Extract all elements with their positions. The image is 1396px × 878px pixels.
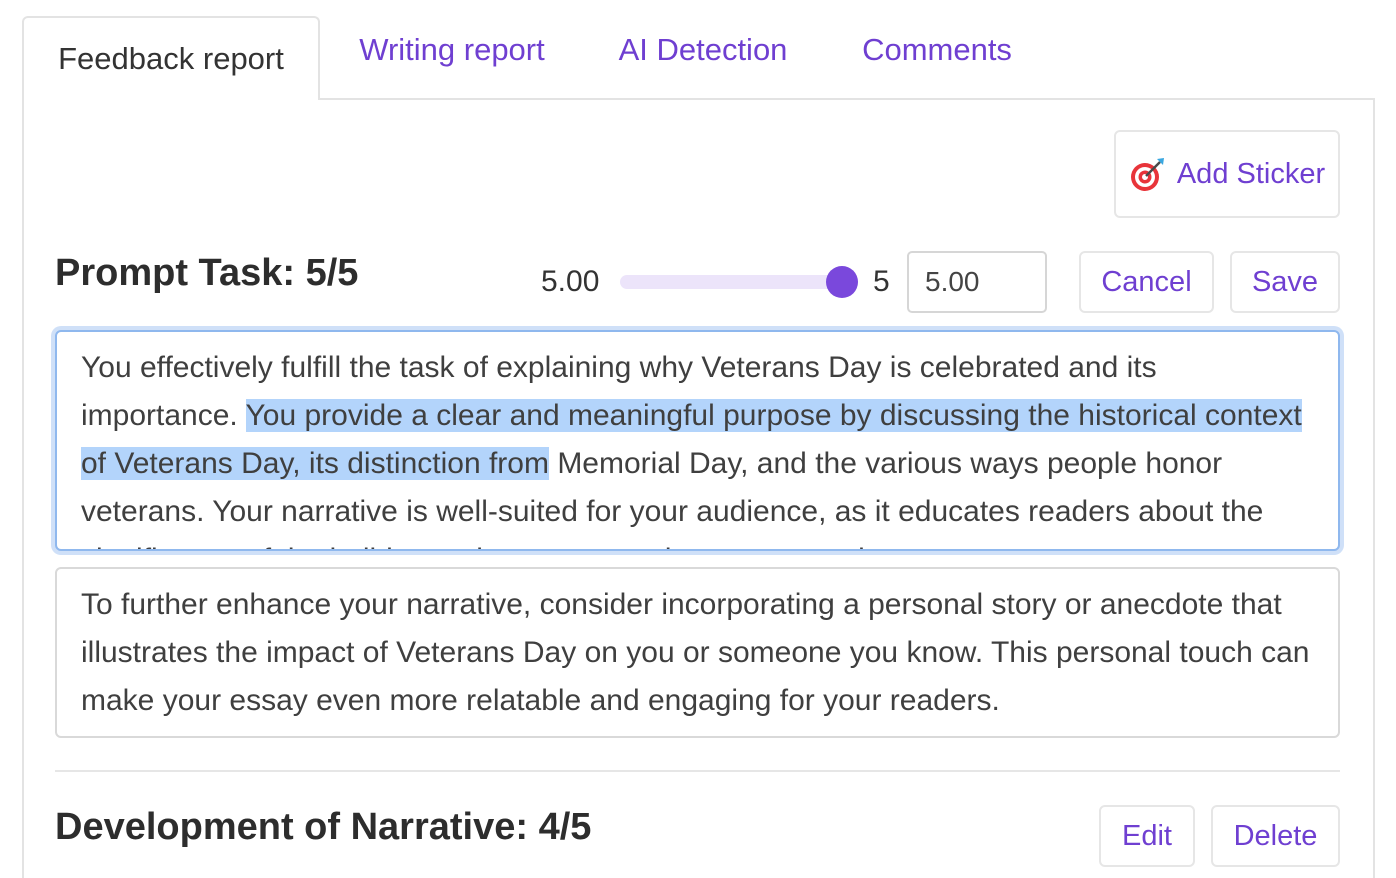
feedback-text-editor[interactable]: You effectively fulfill the task of expl… (55, 330, 1340, 551)
target-dart-icon (1129, 155, 1167, 193)
suggestion-text-box[interactable]: To further enhance your narrative, consi… (55, 567, 1340, 738)
score-value-display: 5.00 (541, 265, 600, 298)
tab-ai-detection[interactable]: AI Detection (600, 0, 806, 100)
slider-track[interactable] (620, 275, 858, 289)
prompt-task-title: Prompt Task: 5/5 (55, 252, 359, 294)
section-divider (55, 770, 1340, 772)
delete-button[interactable]: Delete (1211, 805, 1340, 867)
score-input[interactable] (907, 251, 1047, 313)
edit-button[interactable]: Edit (1099, 805, 1195, 867)
cancel-button[interactable]: Cancel (1079, 251, 1214, 313)
score-slider[interactable] (620, 266, 858, 298)
tab-writing-report[interactable]: Writing report (340, 0, 564, 100)
slider-thumb[interactable] (826, 266, 858, 298)
development-of-narrative-title: Development of Narrative: 4/5 (55, 806, 592, 848)
tab-feedback-report[interactable]: Feedback report (22, 16, 320, 100)
add-sticker-button[interactable]: Add Sticker (1114, 130, 1340, 218)
add-sticker-label: Add Sticker (1176, 157, 1326, 190)
tab-comments[interactable]: Comments (845, 0, 1029, 100)
slider-max-label: 5 (873, 265, 890, 298)
tab-bar: Feedback report Writing report AI Detect… (0, 0, 1396, 100)
save-button[interactable]: Save (1230, 251, 1340, 313)
